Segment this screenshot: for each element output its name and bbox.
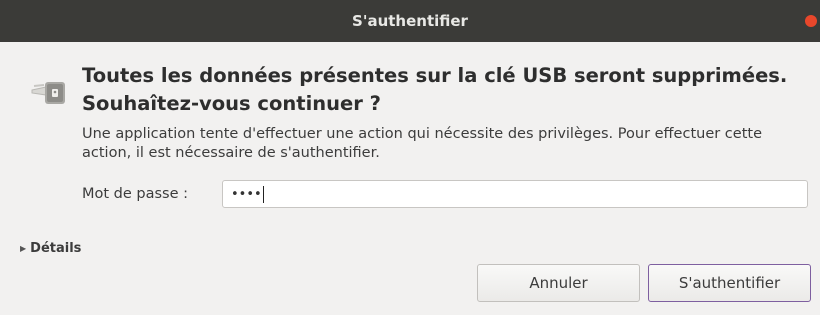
password-value: •••• — [231, 186, 262, 202]
auth-dialog: Toutes les données présentes sur la clé … — [0, 42, 820, 315]
password-field[interactable]: •••• — [222, 180, 808, 208]
cancel-button[interactable]: Annuler — [477, 264, 640, 302]
window-titlebar: S'authentifier — [0, 0, 820, 42]
dialog-description: Une application tente d'effectuer une ac… — [82, 126, 762, 161]
padlock-key-icon — [31, 82, 65, 104]
window-title: S'authentifier — [352, 12, 468, 30]
password-label: Mot de passe : — [82, 186, 189, 202]
text-caret — [262, 185, 264, 203]
close-icon[interactable] — [805, 15, 817, 27]
details-label: Détails — [30, 241, 82, 256]
disclosure-triangle-icon: ▶ — [20, 244, 27, 253]
authenticate-button[interactable]: S'authentifier — [648, 264, 811, 302]
dialog-headline: Toutes les données présentes sur la clé … — [82, 64, 788, 115]
details-expander[interactable]: ▶ Détails — [20, 241, 81, 256]
